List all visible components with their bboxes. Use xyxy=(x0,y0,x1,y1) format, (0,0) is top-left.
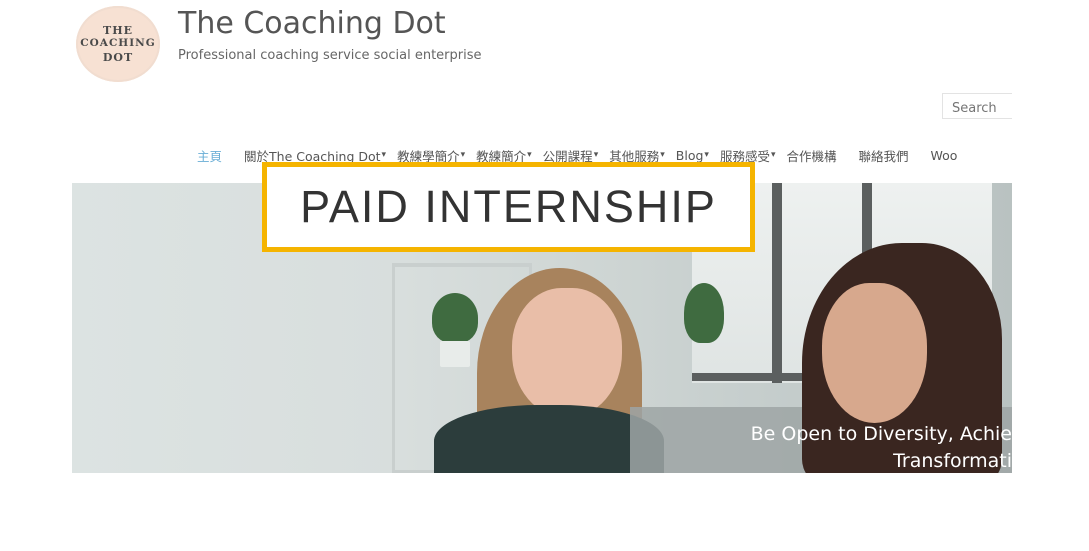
banner-text: PAID INTERNSHIP xyxy=(300,181,717,232)
chevron-down-icon: ▾ xyxy=(660,150,665,160)
window-frame xyxy=(772,183,782,383)
site-title[interactable]: The Coaching Dot xyxy=(178,6,446,41)
nav-item-label: 合作機構 xyxy=(786,148,837,164)
site-logo[interactable]: THE COACHING DOT xyxy=(76,6,160,82)
chevron-down-icon: ▾ xyxy=(460,150,466,160)
chevron-down-icon: ▾ xyxy=(593,150,599,160)
hero-caption-line-1: Be Open to Diversity, Achie xyxy=(750,423,1012,445)
nav-item-label: 聯絡我們 xyxy=(858,148,909,164)
plant-pot xyxy=(440,341,470,367)
nav-item-blog[interactable]: Blog ▾ xyxy=(676,148,709,163)
nav-item-label: 主頁 xyxy=(197,148,223,164)
chevron-down-icon: ▾ xyxy=(704,150,709,160)
paid-internship-banner: PAID INTERNSHIP xyxy=(262,162,755,252)
nav-item-partners[interactable]: 合作機構 xyxy=(786,146,836,165)
chevron-down-icon: ▾ xyxy=(770,150,776,160)
hero-caption: Be Open to Diversity, Achie Transformati xyxy=(742,421,1012,473)
chevron-down-icon: ▾ xyxy=(527,150,532,160)
logo-line-the: THE xyxy=(103,23,133,37)
nav-item-contact[interactable]: 聯絡我們 xyxy=(859,146,909,165)
person-right-face xyxy=(822,283,927,423)
search-input[interactable] xyxy=(942,93,1012,119)
nav-item-label: Woo xyxy=(930,147,958,163)
plant-image xyxy=(684,283,724,343)
person-left-face xyxy=(512,288,622,418)
nav-item-woo[interactable]: Woo xyxy=(931,148,958,163)
site-tagline: Professional coaching service social ent… xyxy=(178,48,482,63)
chevron-down-icon: ▾ xyxy=(381,150,387,160)
hero-caption-line-2: Transformati xyxy=(893,450,1012,472)
nav-item-home[interactable]: 主頁 xyxy=(197,146,222,165)
logo-line-coaching: COACHING xyxy=(80,37,156,50)
nav-item-label: Blog xyxy=(675,147,704,163)
logo-line-dot: DOT xyxy=(102,50,134,64)
plant-image xyxy=(432,293,478,343)
